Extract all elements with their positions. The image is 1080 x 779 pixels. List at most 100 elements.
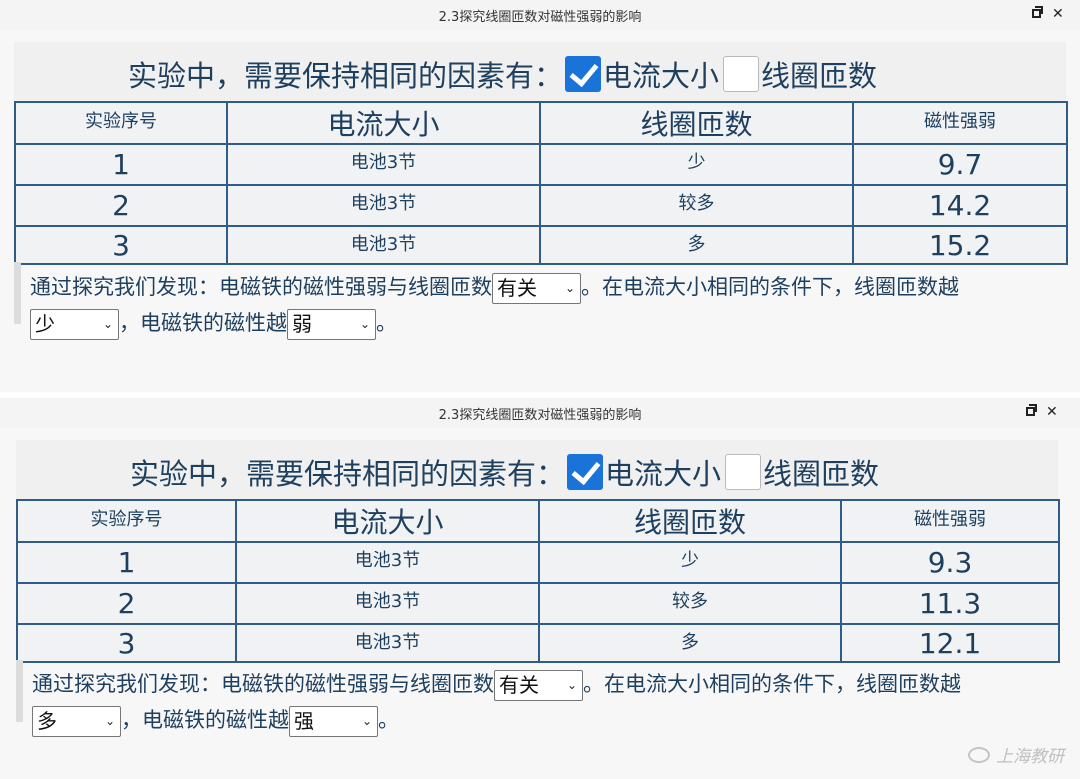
table-header-row: 实验序号 电流大小 线圈匝数 磁性强弱 — [16, 499, 1060, 543]
conclusion-line-1: 通过探究我们发现：电磁铁的磁性强弱与线圈匝数 有关 ⌄ 。在电流大小相同的条件下，线圈… — [32, 666, 961, 702]
cell-current: 电池3节 — [226, 225, 541, 265]
checkbox-turns[interactable] — [725, 454, 762, 490]
left-scroll-edge — [16, 660, 23, 722]
close-button[interactable]: ✕ — [1052, 5, 1064, 23]
cell-current: 电池3节 — [235, 582, 540, 625]
cell-strength: 11.3 — [840, 582, 1060, 625]
cell-strength: 15.2 — [852, 225, 1068, 265]
conclusion-text: 通过探究我们发现：电磁铁的磁性强弱与线圈匝数 — [30, 275, 492, 299]
cell-turns: 较多 — [539, 184, 854, 227]
cell-turns: 少 — [539, 143, 854, 186]
cell-current: 电池3节 — [235, 541, 540, 584]
checkbox-current-label: 电流大小 — [605, 457, 722, 491]
table-row: 2 电池3节 较多 14.2 — [14, 184, 1068, 227]
turns-select[interactable]: 多 ⌄ — [32, 705, 121, 737]
cell-trial-no: 2 — [16, 582, 237, 625]
experiment-window-1: 2.3探究线圈匝数对磁性强弱的影响 ✕ 实验中，需要保持相同的因素有： 电流大小… — [0, 0, 1080, 392]
cell-strength: 9.7 — [852, 143, 1068, 186]
conclusion-text: 。 — [376, 311, 397, 335]
conclusion-text: 。 — [378, 708, 399, 732]
cell-strength: 9.3 — [840, 541, 1060, 584]
table-row: 3 电池3节 多 12.1 — [16, 623, 1060, 663]
table-row: 1 电池3节 少 9.3 — [16, 541, 1060, 584]
cell-trial-no: 1 — [16, 541, 237, 584]
conclusion-line-2: 多 ⌄ ，电磁铁的磁性越强 ⌄。 — [32, 702, 399, 738]
conclusion-text: 。在电流大小相同的条件下，线圈匝数越 — [583, 672, 961, 696]
restore-button[interactable] — [1032, 5, 1043, 23]
restore-icon — [1026, 404, 1037, 416]
relation-select-value: 有关 — [499, 672, 539, 697]
header-turns: 线圈匝数 — [539, 101, 854, 145]
strength-select[interactable]: 强 ⌄ — [289, 705, 378, 737]
close-button[interactable]: ✕ — [1046, 403, 1058, 421]
conclusion-line-1: 通过探究我们发现：电磁铁的磁性强弱与线圈匝数 有关 ⌄ 。在电流大小相同的条件下，线圈… — [30, 269, 959, 305]
restore-button[interactable] — [1026, 403, 1037, 421]
chevron-down-icon: ⌄ — [564, 280, 575, 295]
controlled-variables-heading: 实验中，需要保持相同的因素有： 电流大小 线圈匝数 — [128, 53, 877, 95]
table-header-row: 实验序号 电流大小 线圈匝数 磁性强弱 — [14, 101, 1068, 145]
experiment-window-2: 2.3探究线圈匝数对磁性强弱的影响 ✕ 实验中，需要保持相同的因素有： 电流大小… — [0, 398, 1080, 779]
conclusion-text: ，电磁铁的磁性越 — [119, 311, 287, 335]
checkbox-turns-label: 线圈匝数 — [761, 59, 878, 93]
cell-current: 电池3节 — [235, 623, 540, 663]
title-bar: 2.3探究线圈匝数对磁性强弱的影响 ✕ — [0, 398, 1080, 428]
close-icon: ✕ — [1052, 6, 1064, 22]
checkbox-current-label: 电流大小 — [603, 59, 720, 93]
cell-current: 电池3节 — [226, 143, 541, 186]
header-trial-no: 实验序号 — [14, 101, 228, 145]
conclusion-text: 通过探究我们发现：电磁铁的磁性强弱与线圈匝数 — [32, 672, 494, 696]
table-row: 3 电池3节 多 15.2 — [14, 225, 1068, 265]
restore-icon — [1032, 6, 1043, 18]
results-table: 实验序号 电流大小 线圈匝数 磁性强弱 1 电池3节 少 9.7 2 电池3节 … — [14, 101, 1068, 265]
conclusion-line-2: 少 ⌄ ，电磁铁的磁性越弱 ⌄。 — [30, 305, 397, 341]
window-title: 2.3探究线圈匝数对磁性强弱的影响 — [438, 10, 642, 25]
strength-select-value: 弱 — [292, 311, 312, 336]
chevron-down-icon: ⌄ — [104, 713, 115, 728]
checkbox-current[interactable] — [567, 454, 604, 490]
relation-select[interactable]: 有关 ⌄ — [492, 272, 581, 304]
cell-turns: 较多 — [538, 582, 842, 625]
cell-trial-no: 2 — [14, 184, 228, 227]
chevron-down-icon: ⌄ — [359, 316, 370, 331]
heading-prefix: 实验中，需要保持相同的因素有： — [130, 457, 566, 491]
relation-select[interactable]: 有关 ⌄ — [494, 669, 583, 701]
cell-strength: 14.2 — [852, 184, 1068, 227]
conclusion-text: ，电磁铁的磁性越 — [121, 708, 289, 732]
turns-select-value: 少 — [35, 311, 55, 336]
window-title: 2.3探究线圈匝数对磁性强弱的影响 — [438, 408, 642, 423]
strength-select-value: 强 — [294, 708, 314, 733]
table-row: 2 电池3节 较多 11.3 — [16, 582, 1060, 625]
cell-trial-no: 3 — [14, 225, 228, 265]
conclusion-text: 。在电流大小相同的条件下，线圈匝数越 — [581, 275, 959, 299]
strength-select[interactable]: 弱 ⌄ — [287, 308, 376, 340]
checkbox-current[interactable] — [565, 56, 602, 92]
chevron-down-icon: ⌄ — [566, 677, 577, 692]
cell-strength: 12.1 — [840, 623, 1060, 663]
controlled-variables-heading: 实验中，需要保持相同的因素有： 电流大小 线圈匝数 — [130, 451, 879, 493]
header-turns: 线圈匝数 — [538, 499, 842, 543]
header-current: 电流大小 — [226, 101, 541, 145]
close-icon: ✕ — [1046, 404, 1058, 420]
table-row: 1 电池3节 少 9.7 — [14, 143, 1068, 186]
wechat-icon — [968, 746, 990, 763]
header-strength: 磁性强弱 — [852, 101, 1068, 145]
cell-current: 电池3节 — [226, 184, 541, 227]
cell-trial-no: 1 — [14, 143, 228, 186]
cell-turns: 多 — [539, 225, 854, 265]
relation-select-value: 有关 — [497, 275, 537, 300]
chevron-down-icon: ⌄ — [361, 713, 372, 728]
turns-select[interactable]: 少 ⌄ — [30, 308, 119, 340]
watermark: 上海教研 — [968, 742, 1064, 767]
cell-turns: 多 — [538, 623, 842, 663]
header-current: 电流大小 — [235, 499, 540, 543]
cell-turns: 少 — [538, 541, 842, 584]
left-scroll-edge — [14, 262, 21, 324]
header-trial-no: 实验序号 — [16, 499, 237, 543]
checkbox-turns[interactable] — [723, 56, 760, 92]
watermark-text: 上海教研 — [996, 747, 1064, 767]
header-strength: 磁性强弱 — [840, 499, 1060, 543]
turns-select-value: 多 — [37, 708, 57, 733]
title-bar: 2.3探究线圈匝数对磁性强弱的影响 ✕ — [0, 0, 1080, 30]
results-table: 实验序号 电流大小 线圈匝数 磁性强弱 1 电池3节 少 9.3 2 电池3节 … — [16, 499, 1060, 663]
heading-prefix: 实验中，需要保持相同的因素有： — [128, 59, 564, 93]
